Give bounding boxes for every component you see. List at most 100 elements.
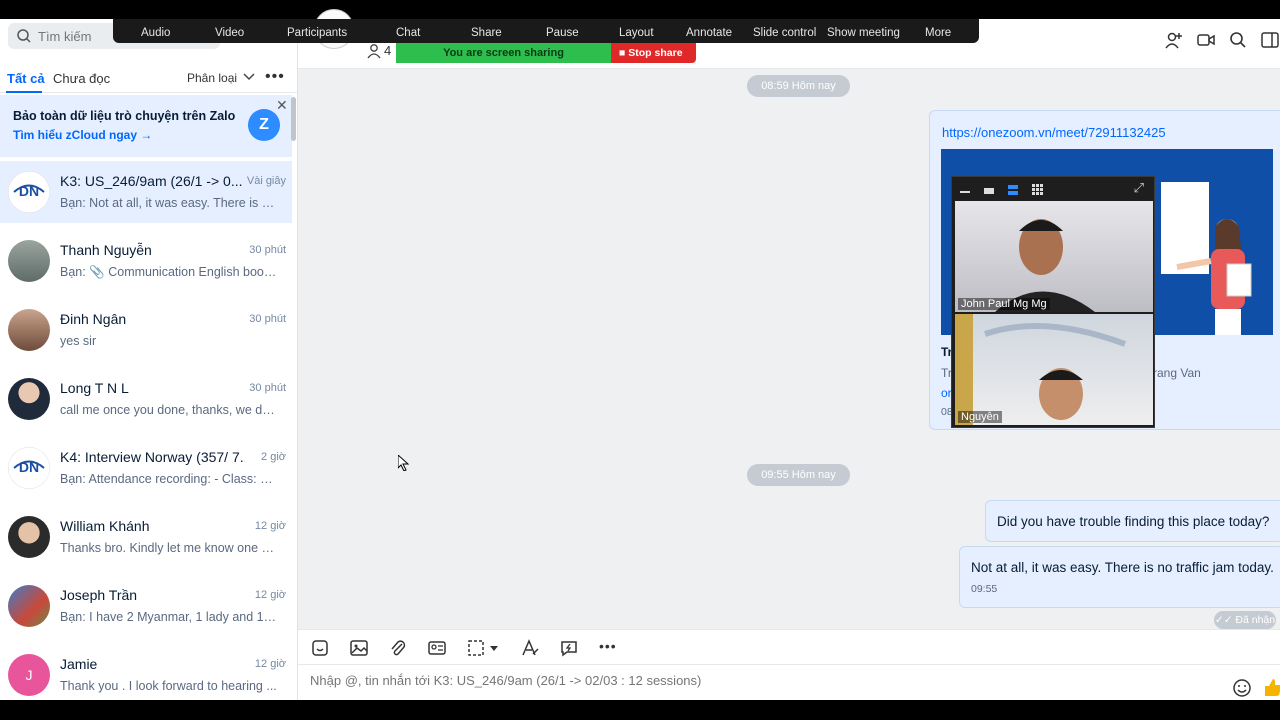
banner-link[interactable]: Tìm hiểu zCloud ngay →: [13, 128, 152, 142]
conversation-item[interactable]: Long T N L 30 phút call me once you done…: [0, 368, 292, 430]
video-call-icon[interactable]: [1196, 30, 1216, 50]
sticker-icon[interactable]: [310, 638, 330, 658]
add-member-icon[interactable]: [1164, 30, 1184, 50]
expand-icon[interactable]: ⤢: [1134, 180, 1144, 196]
zoom-chat-button[interactable]: Chat: [396, 27, 420, 39]
conversation-item[interactable]: DN K4: Interview Norway (357/ 7... 2 giờ…: [0, 437, 292, 499]
more-tools-icon[interactable]: •••: [599, 638, 617, 654]
video-tile[interactable]: John Paul Mg Mg: [955, 201, 1153, 312]
chevron-down-icon[interactable]: [242, 70, 256, 84]
participant-video: [995, 219, 1095, 312]
conversation-time: 30 phút: [249, 244, 286, 256]
attachment-icon[interactable]: [388, 638, 408, 658]
caret-down-icon[interactable]: [488, 638, 500, 658]
message-text: Did you have trouble finding this place …: [997, 514, 1270, 529]
contact-card-icon[interactable]: [427, 638, 447, 658]
sharing-status-label: You are screen sharing: [443, 47, 564, 59]
tab-all[interactable]: Tất cả: [7, 71, 45, 86]
zoom-audio-button[interactable]: Audio: [141, 27, 170, 39]
stop-share-button[interactable]: ■ Stop share: [611, 43, 696, 63]
close-icon[interactable]: ✕: [276, 97, 288, 114]
search-icon: [17, 29, 31, 43]
zoom-video-panel[interactable]: ⤢ John Paul Mg Mg Nguyễn: [951, 176, 1155, 428]
conversation-name: Joseph Trần: [60, 587, 138, 603]
zoom-layout-button[interactable]: Layout: [619, 27, 654, 39]
screen-sharing-indicator: You are screen sharing: [396, 43, 611, 63]
conversation-item[interactable]: J Jamie 12 giờ Thank you . I look forwar…: [0, 644, 292, 700]
meeting-link[interactable]: https://onezoom.vn/meet/72911132425: [942, 125, 1166, 140]
conversation-preview: Bạn: 📎 Communication English book...: [60, 265, 278, 279]
message-composer: [298, 665, 1280, 700]
conversation-item[interactable]: Thanh Nguyễn 30 phút Bạn: 📎 Communicatio…: [0, 230, 292, 292]
conversation-preview: Thank you . I look forward to hearing ..…: [60, 679, 277, 693]
conversation-item[interactable]: William Khánh 12 giờ Thanks bro. Kindly …: [0, 506, 292, 568]
banner-link-label[interactable]: Tìm hiểu zCloud ngay: [13, 128, 137, 142]
video-tile[interactable]: Nguyễn: [955, 314, 1153, 425]
conversation-preview: Bạn: Not at all, it was easy. There is n…: [60, 196, 278, 210]
zcloud-banner: Bảo toàn dữ liệu trò chuyện trên Zalo Tì…: [0, 95, 292, 157]
conversation-preview: call me once you done, thanks, we do...: [60, 403, 278, 417]
conversation-preview: Bạn: I have 2 Myanmar, 1 lady and 1 b...: [60, 610, 278, 624]
zoom-annotate-button[interactable]: Annotate: [686, 27, 732, 39]
conversation-name: K3: US_246/9am (26/1 -> 0...: [60, 173, 243, 189]
zoom-more-button[interactable]: More: [925, 27, 951, 39]
mouse-cursor-icon: [398, 455, 410, 471]
more-options-icon[interactable]: •••: [265, 68, 285, 86]
conversation-name: Đinh Ngân: [60, 311, 127, 327]
chat-area: 08:59 Hôm nay https://onezoom.vn/meet/72…: [298, 69, 1280, 629]
filter-bar: Tất cả Chưa đọc Phân loại •••: [0, 65, 297, 93]
tab-unread[interactable]: Chưa đọc: [53, 71, 110, 86]
classify-dropdown[interactable]: Phân loại: [187, 71, 237, 85]
composer-toolbar: •••: [298, 629, 1280, 665]
message-input[interactable]: [310, 673, 1210, 688]
screenshot-icon[interactable]: [466, 638, 486, 658]
avatar: [8, 378, 50, 420]
tab-underline: [6, 91, 42, 93]
members-icon[interactable]: [366, 43, 382, 59]
banner-title: Bảo toàn dữ liệu trò chuyện trên Zalo: [13, 109, 236, 123]
conversation-time: 12 giờ: [254, 520, 286, 532]
stop-share-label[interactable]: Stop share: [628, 47, 682, 59]
zoom-share-button[interactable]: Share: [471, 27, 502, 39]
conversation-preview: yes sir: [60, 334, 97, 348]
quick-message-icon[interactable]: [559, 638, 579, 658]
conversation-item[interactable]: Joseph Trần 12 giờ Bạn: I have 2 Myanmar…: [0, 575, 292, 637]
participant-video: [955, 314, 1127, 425]
conversation-time: 2 giờ: [261, 451, 286, 463]
zoom-pause-button[interactable]: Pause: [546, 27, 579, 39]
zoom-video-button[interactable]: Video: [215, 27, 244, 39]
message-time: 09:55: [971, 583, 998, 595]
delivery-status: ✓✓ Đã nhận: [1214, 611, 1276, 629]
member-count[interactable]: 4: [384, 43, 391, 58]
thumbs-up-icon[interactable]: [1264, 677, 1280, 697]
emoji-icon[interactable]: [1232, 678, 1252, 698]
conversation-time: 12 giờ: [254, 658, 286, 670]
zalo-app: Tất cả Chưa đọc Phân loại ••• Bảo toàn d…: [0, 9, 1280, 700]
video-layout-controls[interactable]: [960, 183, 1060, 197]
sidebar-toggle-icon[interactable]: [1260, 30, 1280, 50]
participant-name: John Paul Mg Mg: [958, 298, 1050, 310]
sidebar-scrollbar[interactable]: [291, 97, 296, 141]
conversation-time: 30 phút: [249, 313, 286, 325]
zoom-participants-button[interactable]: Participants: [287, 27, 347, 39]
conversation-item[interactable]: Đinh Ngân 30 phút yes sir: [0, 299, 292, 361]
conversation-preview: Thanks bro. Kindly let me know one d...: [60, 541, 278, 555]
avatar: DN: [8, 447, 50, 489]
avatar: [8, 240, 50, 282]
search-icon[interactable]: [1228, 30, 1248, 50]
avatar: DN: [8, 171, 50, 213]
conversation-time: Vài giây: [246, 175, 286, 187]
zoom-show-meeting-button[interactable]: Show meeting: [827, 27, 900, 39]
text-format-icon[interactable]: [520, 638, 540, 658]
conversation-time: 30 phút: [249, 382, 286, 394]
message-text: Not at all, it was easy. There is no tra…: [971, 560, 1274, 575]
message-bubble[interactable]: Did you have trouble finding this place …: [985, 500, 1280, 542]
conversation-item[interactable]: DN K3: US_246/9am (26/1 -> 0... Vài giây…: [0, 161, 292, 223]
image-icon[interactable]: [349, 638, 369, 658]
avatar: [8, 516, 50, 558]
message-bubble[interactable]: Not at all, it was easy. There is no tra…: [959, 546, 1280, 608]
participant-name: Nguyễn: [958, 411, 1002, 423]
zoom-slide-control-button[interactable]: Slide control: [753, 27, 816, 39]
avatar: [8, 585, 50, 627]
screen: Tất cả Chưa đọc Phân loại ••• Bảo toàn d…: [0, 0, 1280, 720]
